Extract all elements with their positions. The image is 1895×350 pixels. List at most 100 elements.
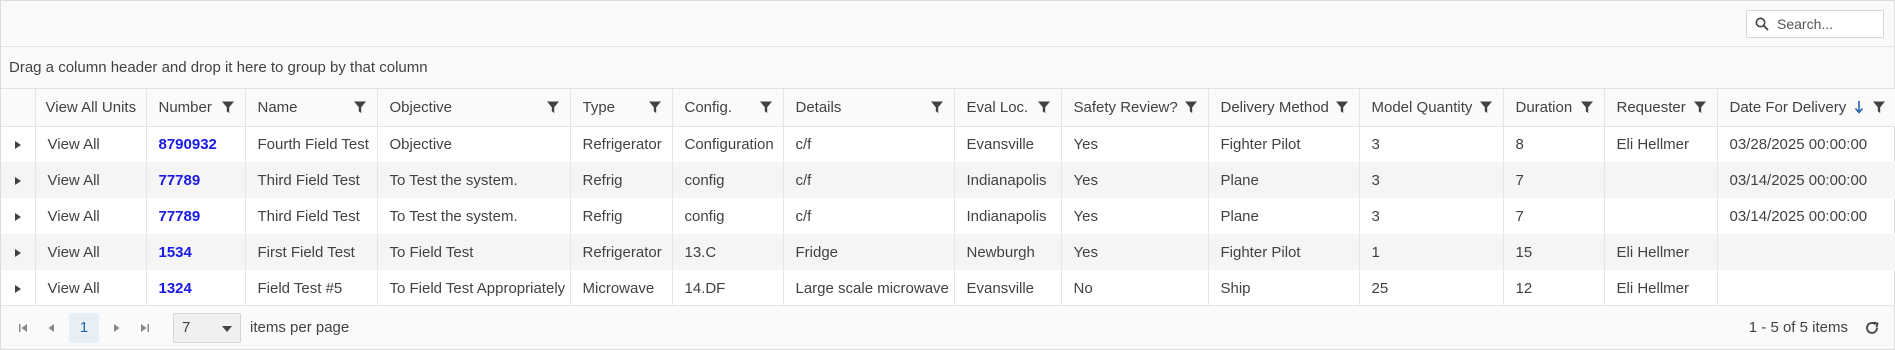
cell-quantity: 25 bbox=[1358, 270, 1503, 306]
cell-name: Third Field Test bbox=[244, 198, 377, 234]
cell-type: Refrigerator bbox=[569, 126, 672, 162]
cell-date: 03/28/2025 00:00:00 bbox=[1716, 126, 1895, 162]
cell-config: config bbox=[671, 198, 783, 234]
cell-details: c/f bbox=[782, 162, 954, 198]
chevron-down-icon bbox=[222, 319, 232, 336]
expand-row-icon[interactable] bbox=[14, 212, 21, 221]
cell-config: 13.C bbox=[671, 234, 783, 270]
filter-icon[interactable] bbox=[1335, 100, 1349, 114]
table-row[interactable]: View All 1534 First Field Test To Field … bbox=[1, 234, 1895, 270]
expand-row-icon[interactable] bbox=[14, 284, 21, 293]
cell-objective: To Test the system. bbox=[376, 162, 570, 198]
table-row[interactable]: View All 1324 Field Test #5 To Field Tes… bbox=[1, 270, 1895, 306]
cell-safety: No bbox=[1060, 270, 1208, 306]
filter-icon[interactable] bbox=[648, 100, 662, 114]
cell-number[interactable]: 8790932 bbox=[145, 126, 245, 162]
cell-eval-loc: Evansville bbox=[953, 126, 1061, 162]
number-link[interactable]: 1324 bbox=[159, 280, 192, 297]
cell-name: Fourth Field Test bbox=[244, 126, 377, 162]
header-view-all-units[interactable]: View All Units bbox=[34, 89, 146, 127]
search-input[interactable] bbox=[1777, 12, 1877, 36]
header-objective[interactable]: Objective bbox=[376, 89, 570, 127]
header-delivery-method[interactable]: Delivery Method bbox=[1207, 89, 1359, 127]
table-row[interactable]: View All 8790932 Fourth Field Test Objec… bbox=[1, 126, 1895, 162]
cell-view[interactable]: View All bbox=[34, 234, 146, 270]
cell-number[interactable]: 77789 bbox=[145, 162, 245, 198]
expand-row-icon[interactable] bbox=[14, 176, 21, 185]
cell-safety: Yes bbox=[1060, 126, 1208, 162]
filter-icon[interactable] bbox=[221, 100, 235, 114]
header-date-for-delivery[interactable]: Date For Delivery bbox=[1716, 89, 1895, 127]
cell-requester bbox=[1603, 162, 1717, 198]
table-row[interactable]: View All 77789 Third Field Test To Test … bbox=[1, 162, 1895, 198]
number-link[interactable]: 1534 bbox=[159, 244, 192, 261]
page-size-select[interactable]: 7 bbox=[173, 312, 241, 343]
row-expander[interactable] bbox=[1, 234, 35, 270]
cell-config: config bbox=[671, 162, 783, 198]
cell-delivery: Fighter Pilot bbox=[1207, 234, 1359, 270]
search-box[interactable] bbox=[1746, 10, 1884, 38]
filter-icon[interactable] bbox=[1872, 100, 1886, 114]
filter-icon[interactable] bbox=[1580, 100, 1594, 114]
group-panel-hint: Drag a column header and drop it here to… bbox=[9, 59, 428, 76]
filter-icon[interactable] bbox=[1479, 100, 1493, 114]
number-link[interactable]: 8790932 bbox=[159, 136, 217, 153]
cell-safety: Yes bbox=[1060, 198, 1208, 234]
next-page-icon[interactable] bbox=[103, 313, 131, 343]
previous-page-icon[interactable] bbox=[37, 313, 65, 343]
cell-number[interactable]: 1324 bbox=[145, 270, 245, 306]
number-link[interactable]: 77789 bbox=[159, 208, 201, 225]
cell-number[interactable]: 77789 bbox=[145, 198, 245, 234]
cell-type: Refrig bbox=[569, 162, 672, 198]
header-config[interactable]: Config. bbox=[671, 89, 783, 127]
header-details[interactable]: Details bbox=[782, 89, 954, 127]
cell-date: 03/14/2025 00:00:00 bbox=[1716, 198, 1895, 234]
header-duration[interactable]: Duration bbox=[1502, 89, 1604, 127]
page-number-current[interactable]: 1 bbox=[69, 312, 99, 343]
cell-view[interactable]: View All bbox=[34, 162, 146, 198]
expand-row-icon[interactable] bbox=[14, 248, 21, 257]
header-number[interactable]: Number bbox=[145, 89, 245, 127]
cell-type: Microwave bbox=[569, 270, 672, 306]
filter-icon[interactable] bbox=[546, 100, 560, 114]
header-requester[interactable]: Requester bbox=[1603, 89, 1717, 127]
table-row[interactable]: View All 77789 Third Field Test To Test … bbox=[1, 198, 1895, 234]
cell-number[interactable]: 1534 bbox=[145, 234, 245, 270]
number-link[interactable]: 77789 bbox=[159, 172, 201, 189]
filter-icon[interactable] bbox=[1184, 100, 1198, 114]
row-expander[interactable] bbox=[1, 198, 35, 234]
cell-eval-loc: Indianapolis bbox=[953, 162, 1061, 198]
filter-icon[interactable] bbox=[353, 100, 367, 114]
cell-view[interactable]: View All bbox=[34, 126, 146, 162]
cell-details: c/f bbox=[782, 198, 954, 234]
filter-icon[interactable] bbox=[759, 100, 773, 114]
row-expander[interactable] bbox=[1, 270, 35, 306]
cell-objective: Objective bbox=[376, 126, 570, 162]
filter-icon[interactable] bbox=[1037, 100, 1051, 114]
cell-view[interactable]: View All bbox=[34, 270, 146, 306]
header-model-quantity[interactable]: Model Quantity bbox=[1358, 89, 1503, 127]
header-eval-loc[interactable]: Eval Loc. bbox=[953, 89, 1061, 127]
first-page-icon[interactable] bbox=[9, 313, 37, 343]
last-page-icon[interactable] bbox=[131, 313, 159, 343]
filter-icon[interactable] bbox=[1693, 100, 1707, 114]
expand-row-icon[interactable] bbox=[14, 140, 21, 149]
row-expander[interactable] bbox=[1, 126, 35, 162]
refresh-icon[interactable] bbox=[1864, 320, 1880, 336]
cell-safety: Yes bbox=[1060, 162, 1208, 198]
filter-icon[interactable] bbox=[930, 100, 944, 114]
cell-date: 03/14/2025 00:00:00 bbox=[1716, 162, 1895, 198]
cell-safety: Yes bbox=[1060, 234, 1208, 270]
cell-eval-loc: Evansville bbox=[953, 270, 1061, 306]
cell-view[interactable]: View All bbox=[34, 198, 146, 234]
row-expander[interactable] bbox=[1, 162, 35, 198]
group-panel[interactable]: Drag a column header and drop it here to… bbox=[1, 47, 1894, 89]
header-type[interactable]: Type bbox=[569, 89, 672, 127]
cell-delivery: Fighter Pilot bbox=[1207, 126, 1359, 162]
cell-quantity: 3 bbox=[1358, 198, 1503, 234]
cell-duration: 15 bbox=[1502, 234, 1604, 270]
cell-eval-loc: Newburgh bbox=[953, 234, 1061, 270]
cell-details: c/f bbox=[782, 126, 954, 162]
header-safety-review[interactable]: Safety Review? bbox=[1060, 89, 1208, 127]
header-name[interactable]: Name bbox=[244, 89, 377, 127]
